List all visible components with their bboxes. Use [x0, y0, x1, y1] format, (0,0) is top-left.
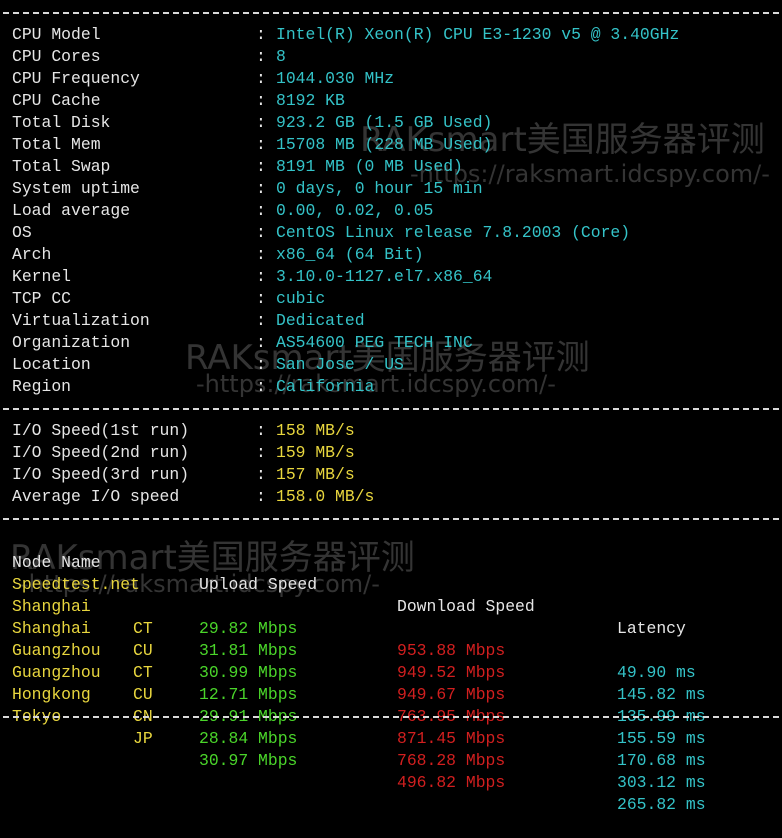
table-row: Shanghai CU 30.99 Mbps 949.67 Mbps 135.9… [12, 619, 706, 726]
separator-line [3, 518, 779, 520]
table-row: Guangzhou CT 12.71 Mbps 763.95 Mbps 155.… [12, 641, 706, 748]
separator-line [3, 716, 779, 718]
table-row: Guangzhou CU 29.91 Mbps 871.45 Mbps 170.… [12, 663, 706, 770]
separator-line [3, 408, 779, 410]
terminal-window[interactable]: RAKsmart美国服务器评测 -https://raksmart.idcspy… [0, 0, 782, 814]
speed-table-header: Node Name Upload Speed Download Speed La… [12, 530, 686, 638]
table-row: Hongkong CN 28.84 Mbps 768.28 Mbps 303.1… [12, 685, 706, 792]
table-row: Speedtest.net 29.82 Mbps 953.88 Mbps 49.… [12, 575, 696, 682]
separator-line [3, 12, 779, 14]
header-latency: Latency [617, 619, 686, 638]
header-download-speed: Download Speed [397, 597, 535, 616]
table-row: Shanghai CT 31.81 Mbps 949.52 Mbps 145.8… [12, 597, 706, 704]
header-upload-speed: Upload Speed [199, 575, 318, 594]
table-row: Tokyo JP 30.97 Mbps 496.82 Mbps 265.82 m… [12, 707, 706, 814]
